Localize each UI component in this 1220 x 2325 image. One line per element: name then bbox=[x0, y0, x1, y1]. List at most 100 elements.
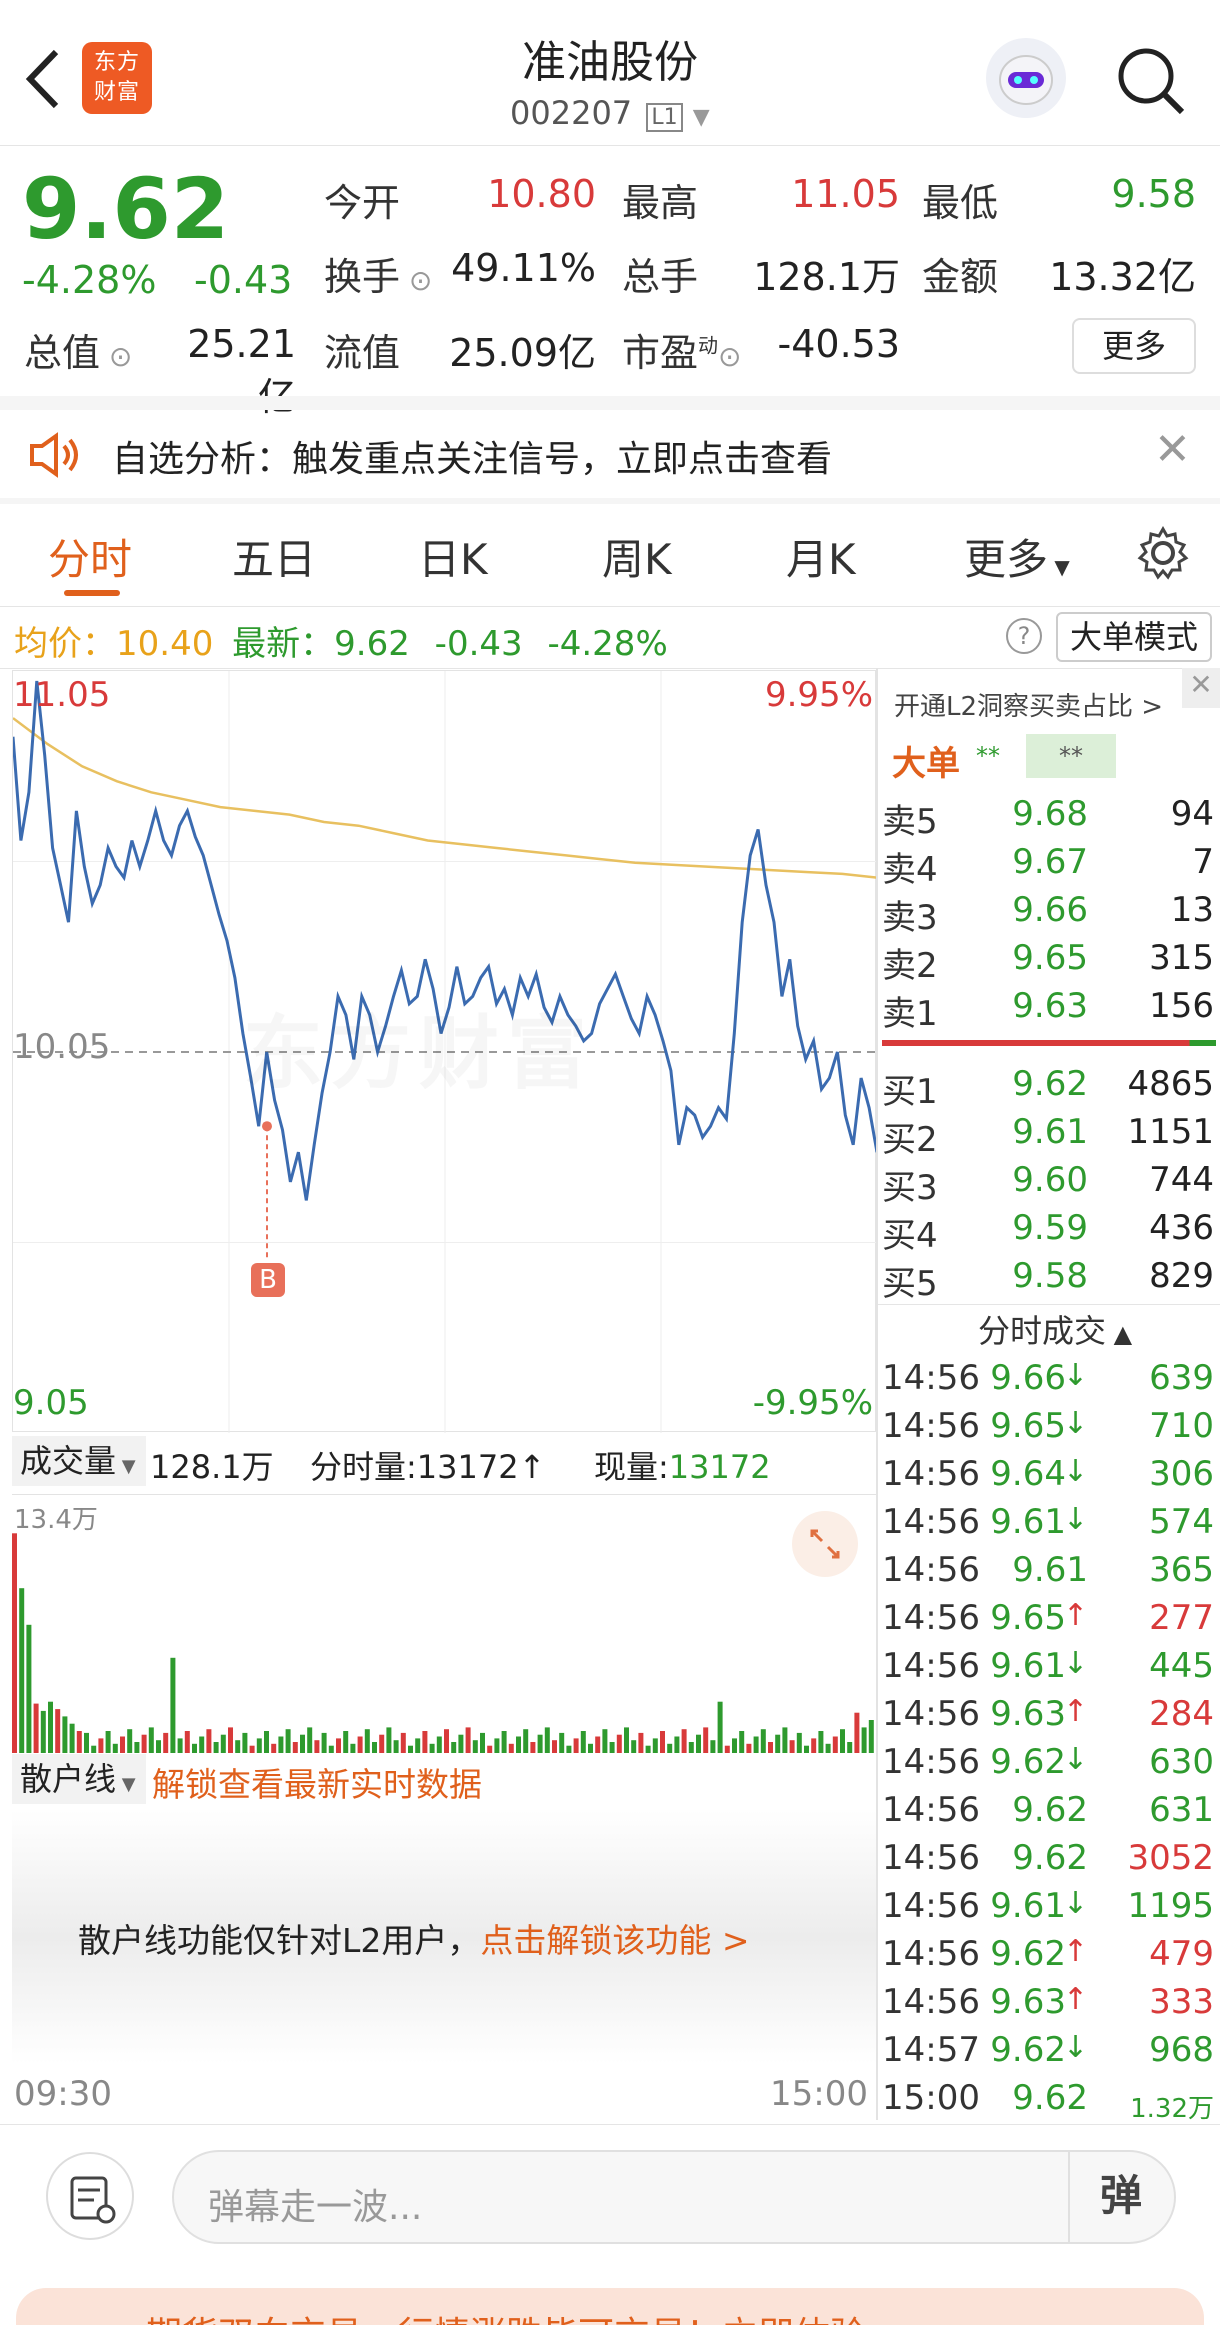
promo-text: 期货双向交易，行情涨跌皆可交易！立即体验 > bbox=[146, 2306, 908, 2325]
danmu-send-button[interactable]: 弹 bbox=[1068, 2152, 1172, 2242]
retail-unlock-button[interactable]: 点击解锁该功能 > bbox=[480, 1921, 749, 1960]
volume-bar bbox=[379, 1734, 385, 1753]
bid-row[interactable]: 买3 9.60 744 bbox=[882, 1156, 1216, 1208]
trade-price: 9.65 bbox=[990, 1598, 1066, 1638]
close-icon[interactable]: ✕ bbox=[1154, 424, 1191, 475]
volume-bar bbox=[228, 1727, 233, 1753]
ask-price: 9.65 bbox=[1012, 938, 1088, 978]
tab-more[interactable]: 更多 ▼ bbox=[964, 526, 1070, 587]
stock-code[interactable]: 002207 L1 ▼ bbox=[510, 94, 710, 132]
trade-direction: ↑ bbox=[1062, 1694, 1088, 1729]
bid-row[interactable]: 买4 9.59 436 bbox=[882, 1204, 1216, 1256]
trade-price: 9.62 bbox=[990, 2030, 1066, 2070]
arrow-up-icon: ↑ bbox=[518, 1448, 546, 1486]
robot-icon bbox=[999, 55, 1053, 105]
volume-bar bbox=[451, 1742, 457, 1753]
volume-bar bbox=[696, 1734, 701, 1753]
trade-volume: 710 bbox=[1149, 1406, 1214, 1446]
trade-direction: ↓ bbox=[1062, 1646, 1088, 1681]
trade-volume: 284 bbox=[1149, 1694, 1214, 1734]
ask-row[interactable]: 卖4 9.67 7 bbox=[882, 838, 1216, 890]
ask-row[interactable]: 卖1 9.63 156 bbox=[882, 982, 1216, 1034]
search-button[interactable] bbox=[1110, 40, 1190, 120]
bid-volume: 4865 bbox=[1127, 1064, 1214, 1104]
l2-promo-link[interactable]: 开通L2洞察买卖占比 > bbox=[894, 686, 1163, 723]
bid-row[interactable]: 买1 9.62 4865 bbox=[882, 1060, 1216, 1112]
bid-row[interactable]: 买5 9.58 829 bbox=[882, 1252, 1216, 1304]
ask-row[interactable]: 卖2 9.65 315 bbox=[882, 934, 1216, 986]
expand-button[interactable] bbox=[792, 1511, 858, 1577]
more-button[interactable]: 更多 bbox=[1072, 318, 1196, 374]
volume-bar bbox=[249, 1745, 255, 1753]
info-icon[interactable]: ⊙ bbox=[100, 340, 132, 373]
ask-row[interactable]: 卖3 9.66 13 bbox=[882, 886, 1216, 938]
futures-promo-banner[interactable]: 期货双向交易，行情涨跌皆可交易！立即体验 > bbox=[16, 2288, 1204, 2325]
big-order-mode-button[interactable]: 大单模式 bbox=[1056, 612, 1212, 662]
trade-direction: ↓ bbox=[1062, 1406, 1088, 1441]
info-icon[interactable]: ⊙ bbox=[400, 264, 432, 297]
volume-bar bbox=[487, 1745, 493, 1753]
tab-intraday[interactable]: 分时 bbox=[48, 526, 132, 587]
ask-label: 卖1 bbox=[882, 994, 938, 1034]
volume-bar bbox=[573, 1738, 579, 1753]
trade-direction: ↑ bbox=[1062, 1982, 1088, 2017]
help-icon[interactable]: ? bbox=[1006, 618, 1042, 654]
latest-value: 9.62 bbox=[334, 624, 410, 664]
bid-price: 9.60 bbox=[1012, 1160, 1088, 1200]
volume-bar bbox=[811, 1738, 817, 1753]
collapse-button[interactable]: ✕ bbox=[1182, 668, 1220, 708]
volume-bar bbox=[199, 1736, 205, 1753]
tab-five-day[interactable]: 五日 bbox=[232, 526, 316, 587]
price-chart[interactable]: 东方财富 11.05 10.05 9.05 9.95% -9.95% B bbox=[12, 670, 877, 1433]
chat-settings-button[interactable] bbox=[46, 2152, 134, 2240]
bid-row[interactable]: 买2 9.61 1151 bbox=[882, 1108, 1216, 1160]
volume-bar bbox=[314, 1740, 320, 1753]
ask-volume: 13 bbox=[1170, 890, 1214, 930]
info-icon[interactable]: ⊙ bbox=[718, 340, 741, 373]
analysis-banner[interactable]: 自选分析：触发重点关注信号，立即点击查看 ✕ bbox=[0, 410, 1220, 498]
volume-bar bbox=[206, 1729, 212, 1753]
trade-price: 9.64 bbox=[990, 1454, 1066, 1494]
trade-time: 14:56 bbox=[882, 1406, 980, 1446]
retail-notice-panel: 散户线功能仅针对L2用户，点击解锁该功能 > bbox=[12, 1810, 876, 2064]
trade-volume: 574 bbox=[1149, 1502, 1214, 1542]
message-settings-icon bbox=[70, 2176, 116, 2224]
tab-daily-k[interactable]: 日K bbox=[418, 526, 488, 587]
volume-bar bbox=[148, 1727, 154, 1753]
volume-bar bbox=[552, 1740, 557, 1753]
trade-time: 15:00 bbox=[882, 2078, 980, 2118]
retail-unlock-link[interactable]: 解锁查看最新实时数据 bbox=[152, 1758, 482, 1806]
volume-bar bbox=[472, 1740, 478, 1753]
trade-row: 14:56 9.62 ↓ 630 bbox=[882, 1738, 1216, 1786]
trades-header[interactable]: 分时成交 ▲ bbox=[978, 1306, 1132, 1352]
trade-volume: 3052 bbox=[1127, 1838, 1214, 1878]
volume-bar bbox=[825, 1743, 831, 1753]
trade-volume: 630 bbox=[1149, 1742, 1214, 1782]
volume-bar bbox=[62, 1716, 68, 1753]
volume-selector[interactable]: 成交量 ▼ bbox=[12, 1436, 146, 1486]
open-label: 今开 bbox=[324, 181, 401, 225]
tab-monthly-k[interactable]: 月K bbox=[786, 526, 856, 587]
volume-bar bbox=[588, 1743, 593, 1753]
volume-bar bbox=[192, 1743, 197, 1753]
volume-bar bbox=[494, 1738, 500, 1753]
volume-bar bbox=[753, 1736, 759, 1753]
settings-gear-icon[interactable] bbox=[1136, 526, 1190, 580]
trade-price: 9.62 bbox=[990, 1934, 1066, 1974]
trade-price: 9.62 bbox=[1012, 1838, 1088, 1878]
tab-weekly-k[interactable]: 周K bbox=[602, 526, 672, 587]
volume-bar bbox=[458, 1734, 464, 1753]
volume-bar bbox=[141, 1734, 147, 1753]
danmu-input[interactable]: 弹幕走一波... bbox=[172, 2150, 1176, 2244]
ask-row[interactable]: 卖5 9.68 94 bbox=[882, 790, 1216, 842]
retail-selector[interactable]: 散户线 ▼ bbox=[12, 1754, 146, 1804]
search-icon bbox=[1118, 48, 1185, 115]
chart-watermark: 东方财富 bbox=[243, 989, 595, 1105]
assistant-avatar[interactable] bbox=[986, 38, 1066, 118]
volume-bar bbox=[616, 1734, 622, 1753]
buy-marker[interactable]: B bbox=[251, 1263, 285, 1297]
volume-bar bbox=[112, 1743, 118, 1753]
chevron-down-icon: ▼ bbox=[692, 105, 710, 130]
bid-volume: 744 bbox=[1149, 1160, 1214, 1200]
volume-bar bbox=[804, 1745, 809, 1753]
